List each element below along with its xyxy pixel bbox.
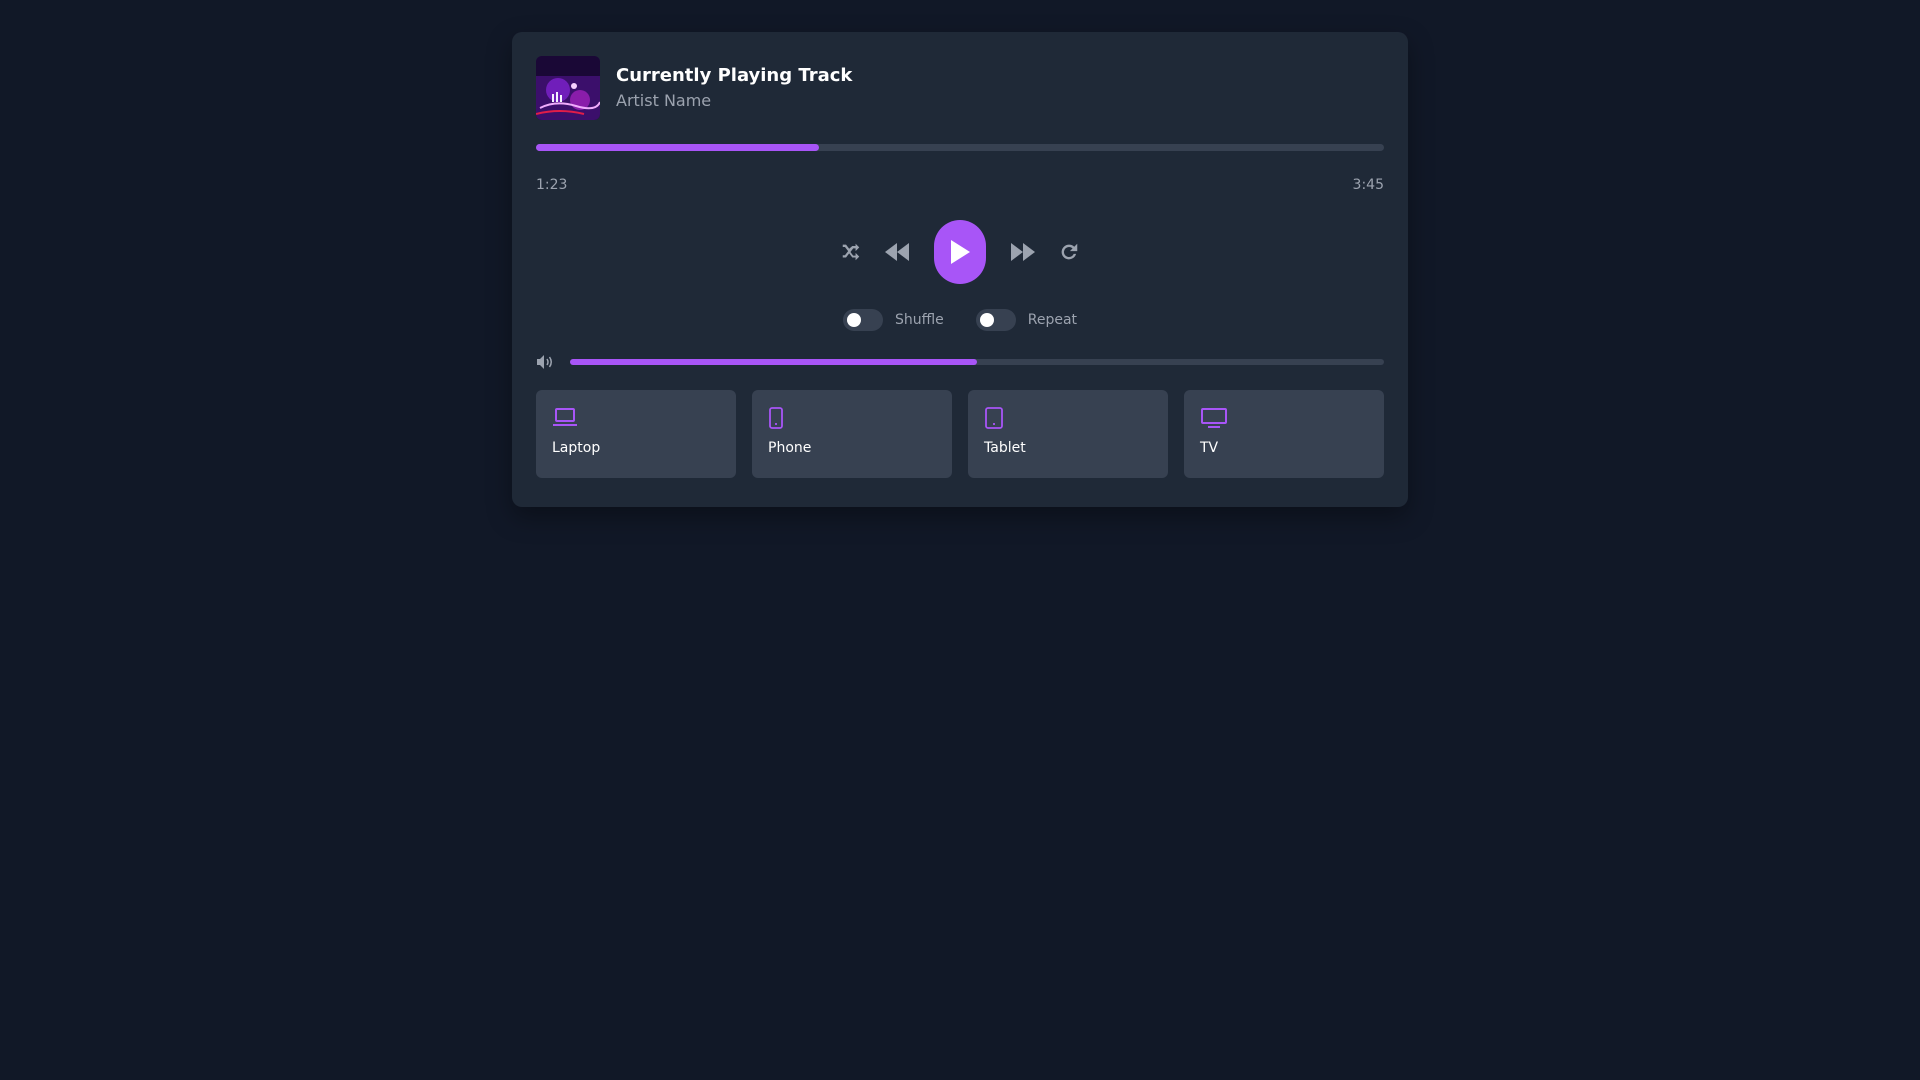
playback-controls xyxy=(536,220,1384,284)
device-label: Laptop xyxy=(552,440,601,456)
fast-forward-icon xyxy=(1011,243,1035,261)
track-artist: Artist Name xyxy=(616,91,712,110)
shuffle-toggle[interactable] xyxy=(842,309,883,331)
elapsed-time: 1:23 xyxy=(536,177,568,193)
device-tv[interactable]: TV xyxy=(1184,390,1384,478)
repeat-icon xyxy=(1061,243,1078,260)
album-art xyxy=(536,56,600,120)
tablet-icon xyxy=(985,407,1003,429)
shuffle-toggle-label: Shuffle xyxy=(894,312,944,328)
shuffle-button[interactable] xyxy=(835,236,867,268)
laptop-icon xyxy=(553,408,577,426)
repeat-toggle-group: Repeat xyxy=(975,309,1078,331)
device-label: TV xyxy=(1200,440,1219,456)
device-phone[interactable]: Phone xyxy=(752,390,952,478)
play-button[interactable] xyxy=(934,220,986,284)
repeat-toggle-label: Repeat xyxy=(1027,312,1078,328)
time-row: 1:23 3:45 xyxy=(536,177,1384,193)
tv-icon xyxy=(1201,408,1227,428)
repeat-button[interactable] xyxy=(1053,236,1085,268)
track-title: Currently Playing Track xyxy=(616,65,853,86)
phone-icon xyxy=(769,407,783,429)
volume-slider[interactable] xyxy=(570,359,1384,365)
device-laptop[interactable]: Laptop xyxy=(536,390,736,478)
music-player-card: Currently Playing Track Artist Name 1:23… xyxy=(512,32,1408,507)
volume-slider-fill xyxy=(570,359,977,365)
toggle-knob xyxy=(846,313,861,327)
volume-icon[interactable] xyxy=(536,353,554,371)
toggle-row: Shuffle Repeat xyxy=(536,308,1384,332)
total-duration: 3:45 xyxy=(1352,177,1384,193)
rewind-button[interactable] xyxy=(881,236,913,268)
device-list: Laptop Phone Tablet TV xyxy=(536,390,1384,478)
device-tablet[interactable]: Tablet xyxy=(968,390,1168,478)
device-label: Phone xyxy=(768,440,812,456)
shuffle-icon xyxy=(842,243,860,261)
volume-row xyxy=(536,352,1384,372)
play-icon xyxy=(951,240,970,264)
playback-progress-fill xyxy=(536,144,820,151)
toggle-knob xyxy=(979,313,994,327)
track-info: Currently Playing Track Artist Name xyxy=(616,64,852,112)
device-label: Tablet xyxy=(984,440,1026,456)
repeat-toggle[interactable] xyxy=(975,309,1016,331)
shuffle-toggle-group: Shuffle xyxy=(842,309,944,331)
track-header: Currently Playing Track Artist Name xyxy=(536,56,1384,120)
fast-forward-button[interactable] xyxy=(1007,236,1039,268)
rewind-icon xyxy=(885,243,909,261)
playback-progress-bar[interactable] xyxy=(536,144,1384,151)
